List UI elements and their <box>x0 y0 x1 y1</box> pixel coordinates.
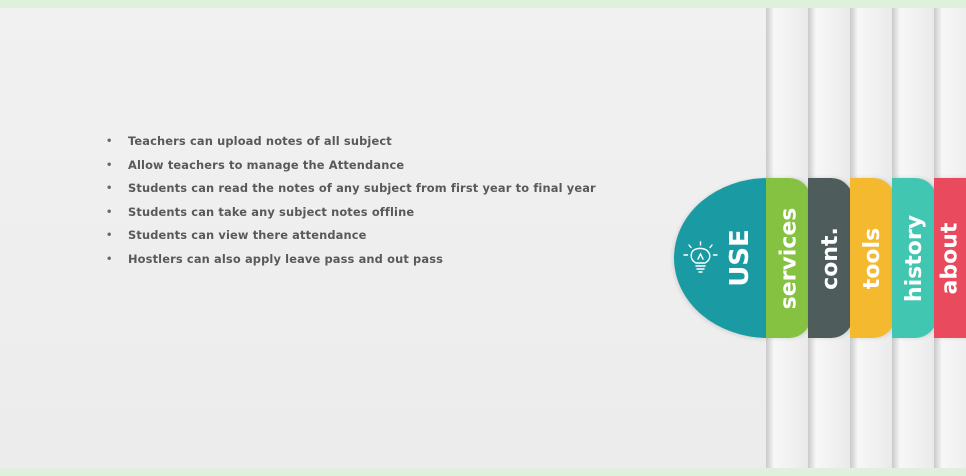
feature-list: Teachers can upload notes of all subject… <box>106 130 596 271</box>
feature-item: Allow teachers to manage the Attendance <box>106 154 596 178</box>
tab-contact[interactable]: cont. <box>808 178 853 338</box>
tab-services-label: services <box>776 207 801 309</box>
tab-services[interactable]: services <box>766 178 811 338</box>
lightbulb-icon <box>683 241 718 273</box>
feature-item: Hostlers can also apply leave pass and o… <box>106 248 596 272</box>
feature-item: Students can read the notes of any subje… <box>106 177 596 201</box>
tab-tools[interactable]: tools <box>850 178 895 338</box>
tab-use-label-wrap: USE <box>720 229 760 287</box>
feature-item: Students can view there attendance <box>106 224 596 248</box>
tab-about[interactable]: about <box>934 178 966 338</box>
slide: Teachers can upload notes of all subject… <box>0 8 966 468</box>
feature-item: Teachers can upload notes of all subject <box>106 130 596 154</box>
tab-tools-label: tools <box>860 227 886 289</box>
tab-history-label: history <box>902 214 927 302</box>
tab-contact-label: cont. <box>818 226 844 290</box>
tab-history[interactable]: history <box>892 178 937 338</box>
tab-use-label: USE <box>725 229 756 287</box>
feature-item: Students can take any subject notes offl… <box>106 201 596 225</box>
tab-about-label: about <box>937 222 963 294</box>
